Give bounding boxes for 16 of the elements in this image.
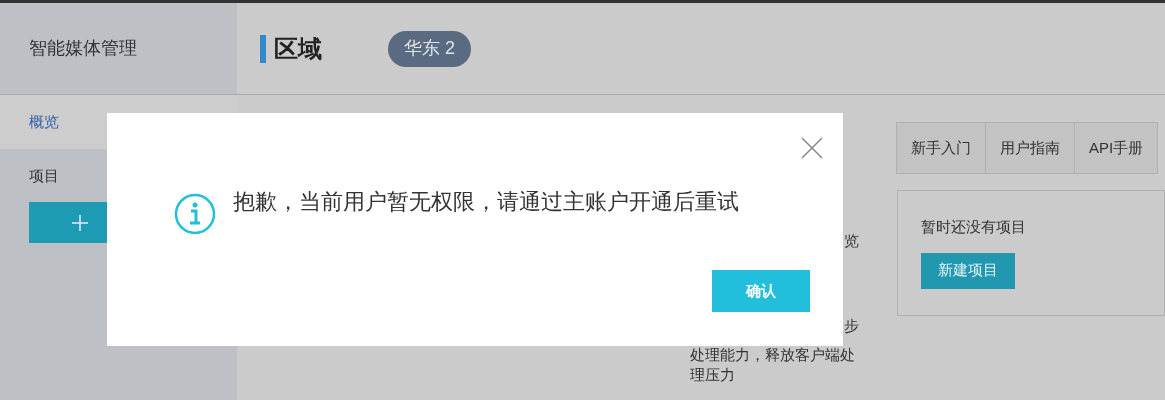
- description-text: 处理能力，释放客户端处: [690, 345, 855, 365]
- page-title: 区域: [274, 33, 322, 64]
- description-text: 理压力: [690, 365, 736, 385]
- doc-link[interactable]: 用户指南: [985, 123, 1074, 173]
- app-title: 智能媒体管理: [29, 37, 137, 60]
- info-icon: [174, 193, 216, 235]
- description-text: 览: [844, 231, 859, 251]
- close-icon[interactable]: [801, 137, 823, 159]
- dialog-message: 抱歉，当前用户暂无权限，请通过主账户开通后重试: [233, 188, 739, 216]
- doc-link[interactable]: 新手入门: [897, 123, 985, 173]
- doc-link[interactable]: API手册: [1074, 123, 1158, 173]
- description-text: 步: [844, 316, 859, 336]
- plus-icon: [71, 213, 89, 232]
- region-badge[interactable]: 华东 2: [388, 30, 471, 67]
- accent-bar: [260, 34, 266, 63]
- empty-message: 暂时还没有项目: [921, 217, 1027, 237]
